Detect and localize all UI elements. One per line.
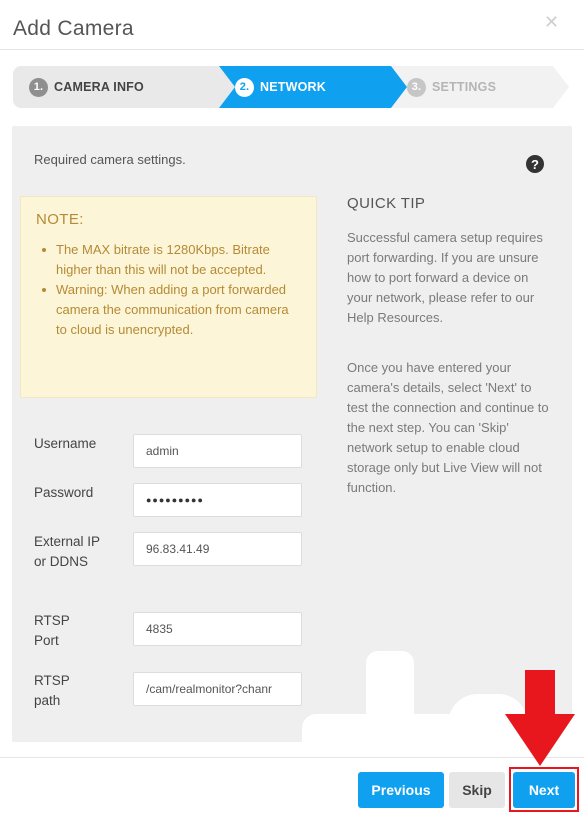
username-label: Username (34, 436, 97, 451)
step-number: 1. (29, 77, 48, 97)
password-label: Password (34, 485, 94, 500)
step-label: CAMERA INFO (54, 80, 144, 94)
close-icon[interactable]: ✕ (544, 12, 559, 33)
note-list: The MAX bitrate is 1280Kbps. Bitrate hig… (42, 240, 301, 340)
note-title: NOTE: (36, 211, 84, 228)
rtsp-path-label: RTSP path (34, 673, 70, 708)
quick-tip-paragraph: Once you have entered your camera's deta… (347, 360, 549, 495)
step-network: 2. NETWORK (219, 66, 407, 108)
skip-button[interactable]: Skip (449, 772, 505, 808)
note-item-bitrate: The MAX bitrate is 1280Kbps. Bitrate hig… (42, 240, 301, 280)
external-ip-label: External IP or DDNS (34, 534, 100, 569)
rtsp-port-input[interactable] (133, 612, 302, 646)
step-label: SETTINGS (432, 80, 497, 94)
dialog-title: Add Camera (13, 17, 134, 40)
quick-tip-title: QUICK TIP (347, 195, 426, 212)
red-arrow-down-icon (505, 670, 575, 766)
external-ip-input[interactable] (133, 532, 302, 566)
network-settings-panel: Required camera settings. ? NOTE: The MA… (12, 126, 572, 742)
username-input[interactable] (133, 434, 302, 468)
step-label: NETWORK (260, 80, 326, 94)
footer-divider (0, 757, 584, 758)
next-button-highlight (509, 767, 579, 812)
question-circle-icon[interactable]: ? (526, 155, 544, 173)
rtsp-path-input[interactable] (133, 672, 302, 706)
wizard-steps: 1. CAMERA INFO 3. SETTINGS 2. NETWORK (13, 66, 569, 108)
quick-tip-paragraph: Successful camera setup requires port fo… (347, 230, 543, 325)
step-number: 2. (235, 77, 254, 97)
step-number: 3. (407, 77, 426, 97)
password-input[interactable]: ●●●●●●●●● (133, 483, 302, 517)
step-camera-info[interactable]: 1. CAMERA INFO (13, 66, 235, 108)
step-settings: 3. SETTINGS (391, 66, 569, 108)
dialog-header: Add Camera ✕ (0, 0, 584, 50)
note-item-warning: Warning: When adding a port forwarded ca… (42, 280, 301, 340)
required-settings-text: Required camera settings. (34, 152, 186, 167)
previous-button[interactable]: Previous (358, 772, 444, 808)
rtsp-port-label: RTSP Port (34, 613, 70, 648)
note-box: NOTE: The MAX bitrate is 1280Kbps. Bitra… (20, 196, 317, 398)
